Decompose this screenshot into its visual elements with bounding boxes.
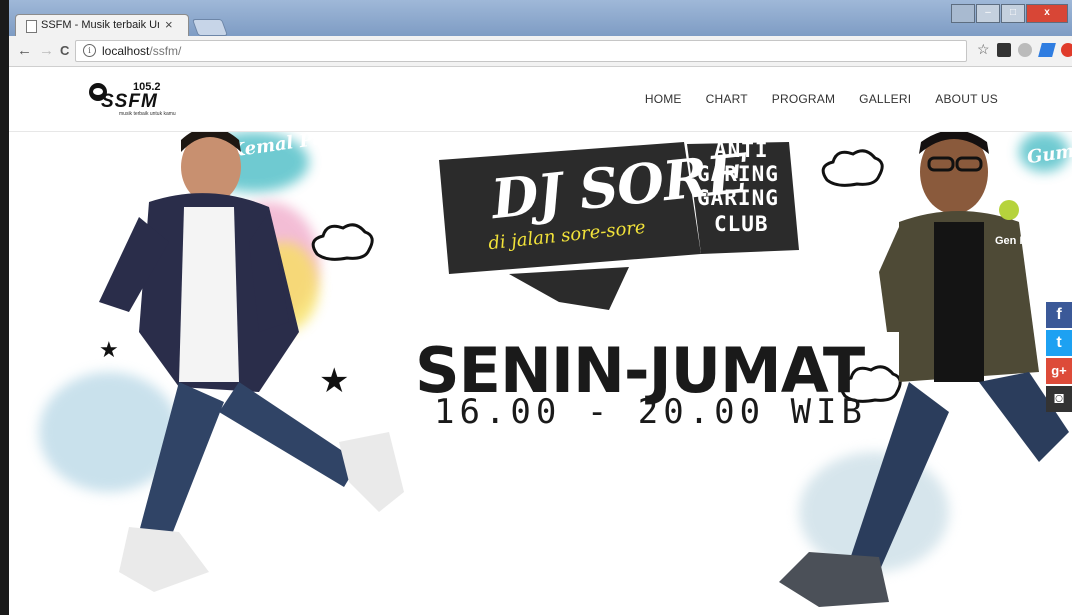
- back-icon[interactable]: ←: [17, 42, 32, 59]
- address-bar[interactable]: i localhost/ssfm/: [75, 40, 967, 62]
- site-header: 105.2 SSFM musik terbaik untuk kamu HOME…: [9, 67, 1072, 132]
- svg-text:★: ★: [99, 337, 119, 362]
- club-word: GARING: [697, 162, 779, 186]
- new-tab-button[interactable]: [191, 19, 229, 36]
- nav-chart[interactable]: CHART: [706, 92, 748, 106]
- url-host: localhost: [102, 44, 150, 58]
- google-plus-icon[interactable]: g+: [1046, 358, 1072, 384]
- host-photo-right: Gen FM: [779, 132, 1069, 607]
- close-window-button[interactable]: x: [1026, 4, 1068, 23]
- url-text: localhost/ssfm/: [102, 44, 181, 58]
- jacket-badge: Gen FM: [995, 235, 1035, 247]
- user-profile-button[interactable]: [951, 4, 975, 23]
- page-icon: [26, 20, 37, 33]
- nav-program[interactable]: PROGRAM: [772, 92, 835, 106]
- tab-title: SSFM - Musik terbaik Un: [41, 19, 159, 31]
- nav-about-us[interactable]: ABOUT US: [935, 92, 998, 106]
- minimize-button[interactable]: –: [976, 4, 1000, 23]
- club-word: ANTI: [714, 138, 769, 162]
- bookmark-star-icon[interactable]: ☆: [977, 41, 990, 58]
- tab-close-icon[interactable]: ×: [165, 17, 173, 32]
- main-nav: HOME CHART PROGRAM GALLERI ABOUT US: [621, 67, 998, 131]
- browser-window: SSFM - Musik terbaik Un × – □ x ← → C i …: [9, 0, 1072, 615]
- club-word: CLUB: [714, 212, 769, 236]
- info-icon[interactable]: i: [83, 44, 96, 57]
- facebook-icon[interactable]: f: [1046, 302, 1072, 328]
- reload-icon[interactable]: C: [60, 43, 69, 58]
- nav-home[interactable]: HOME: [645, 92, 682, 106]
- logo-tagline: musik terbaik untuk kamu: [119, 111, 176, 117]
- extension-icon[interactable]: [997, 43, 1011, 57]
- svg-text:★: ★: [319, 362, 349, 400]
- social-sidebar: f t g+ ◙: [1046, 302, 1072, 414]
- forward-icon[interactable]: →: [39, 42, 54, 59]
- window-controls: – □ x: [950, 4, 1068, 23]
- twitter-icon[interactable]: t: [1046, 330, 1072, 356]
- cloud-doodle: [311, 223, 374, 261]
- site-logo[interactable]: 105.2 SSFM musik terbaik untuk kamu: [87, 79, 217, 119]
- browser-toolbar: ← → C i localhost/ssfm/ ☆: [9, 36, 1072, 67]
- hero-banner: Kemal Palevi Gum ★ ★ DJ SORE di jalan so…: [9, 132, 1072, 615]
- host-photo-left: ★ ★: [99, 132, 404, 592]
- logo-brand: SSFM: [101, 91, 158, 112]
- tab-strip: SSFM - Musik terbaik Un × – □ x: [9, 0, 1072, 37]
- maximize-button[interactable]: □: [1001, 4, 1025, 23]
- browser-tab[interactable]: SSFM - Musik terbaik Un ×: [15, 14, 189, 37]
- extension-icon[interactable]: [1038, 43, 1056, 57]
- url-path: /ssfm/: [149, 44, 182, 58]
- extension-icon[interactable]: [1018, 43, 1032, 57]
- club-word: GARING: [697, 186, 779, 210]
- nav-galleri[interactable]: GALLERI: [859, 92, 911, 106]
- instagram-icon[interactable]: ◙: [1046, 386, 1072, 412]
- extension-icon[interactable]: [1061, 43, 1072, 57]
